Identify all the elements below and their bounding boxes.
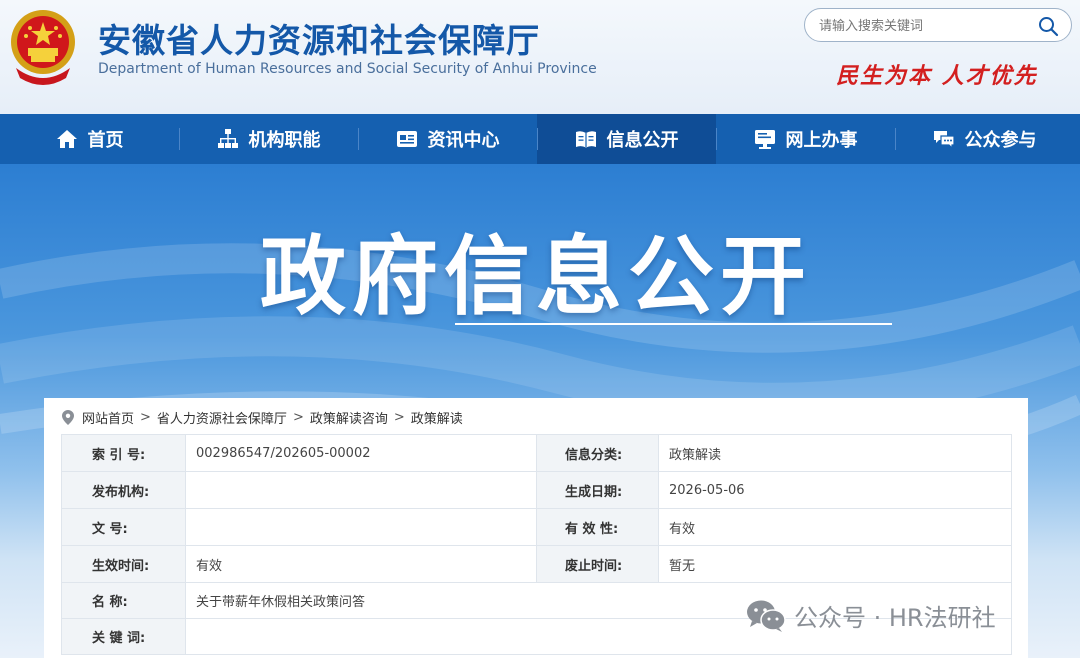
index-number-value: 002986547/202605-00002: [185, 434, 537, 472]
created-date-value: 2026-05-06: [658, 471, 1012, 509]
table-row: 文 号: 有 效 性: 有效: [61, 508, 1012, 546]
nav-item-home[interactable]: 首页: [0, 114, 179, 164]
breadcrumb-policy-interpretation[interactable]: 政策解读: [411, 408, 463, 427]
table-row: 生效时间: 有效 废止时间: 暂无: [61, 545, 1012, 583]
slogan: 民生为本 人才优先: [836, 63, 1038, 89]
document-number-value: [185, 508, 537, 546]
banner-underline: [455, 323, 892, 325]
effective-time-label: 生效时间:: [61, 545, 186, 583]
banner-title: 政府信息公开: [260, 227, 812, 327]
breadcrumb-home[interactable]: 网站首页: [82, 408, 134, 427]
org-chart-icon: [217, 129, 238, 148]
nav-item-label: 资讯中心: [427, 130, 500, 151]
publisher-label: 发布机构:: [61, 471, 186, 509]
info-category-value: 政策解读: [658, 434, 1012, 472]
search-icon[interactable]: [1037, 15, 1059, 37]
nav-item-info-disclosure[interactable]: 信息公开: [537, 114, 716, 164]
breadcrumb-department[interactable]: 省人力资源社会保障厅: [157, 408, 287, 427]
chat-bubbles-icon: [933, 131, 955, 150]
nav-item-label: 网上办事: [785, 130, 858, 151]
search-input[interactable]: [817, 16, 1031, 36]
wechat-watermark: 公众号 · HR法研社: [746, 598, 996, 633]
validity-label: 有 效 性:: [536, 508, 659, 546]
breadcrumb: 网站首页 > 省人力资源社会保障厅 > 政策解读咨询 > 政策解读: [62, 408, 463, 427]
nav-item-online-services[interactable]: 网上办事: [716, 114, 895, 164]
repeal-time-value: 暂无: [658, 545, 1012, 583]
news-card-icon: [396, 131, 417, 147]
repeal-time-label: 废止时间:: [536, 545, 659, 583]
effective-time-value: 有效: [185, 545, 537, 583]
breadcrumb-separator: >: [292, 410, 304, 425]
table-row: 发布机构: 生成日期: 2026-05-06: [61, 471, 1012, 509]
breadcrumb-separator: >: [140, 410, 151, 425]
home-icon: [56, 130, 77, 148]
site-title-english: Department of Human Resources and Social…: [98, 61, 597, 77]
breadcrumb-separator: >: [393, 410, 405, 425]
breadcrumb-policy-consult[interactable]: 政策解读咨询: [310, 408, 388, 427]
monitor-icon: [754, 130, 775, 149]
validity-value: 有效: [658, 508, 1012, 546]
table-row: 索 引 号: 002986547/202605-00002 信息分类: 政策解读: [61, 434, 1012, 472]
nav-item-public-participation[interactable]: 公众参与: [895, 114, 1074, 164]
publisher-value: [185, 471, 537, 509]
created-date-label: 生成日期:: [536, 471, 659, 509]
keywords-label: 关 键 词:: [61, 618, 186, 655]
site-title[interactable]: 安徽省人力资源和社会保障厅: [98, 14, 540, 62]
search-box: [804, 8, 1072, 42]
nav-item-label: 信息公开: [606, 130, 679, 151]
document-number-label: 文 号:: [61, 508, 186, 546]
watermark-text: 公众号 · HR法研社: [794, 604, 996, 632]
main-nav: 首页 机构职能 资讯中心 信息公开 网上办事 公众参与: [0, 114, 1080, 164]
nav-item-label: 首页: [87, 130, 124, 151]
document-name-label: 名 称:: [61, 582, 186, 619]
location-pin-icon: [62, 410, 74, 425]
site-header: 安徽省人力资源和社会保障厅 Department of Human Resour…: [0, 0, 1080, 114]
nav-item-label: 公众参与: [964, 130, 1037, 151]
nav-item-organization[interactable]: 机构职能: [179, 114, 358, 164]
open-book-icon: [575, 131, 596, 148]
national-emblem-icon[interactable]: [8, 6, 78, 86]
wechat-icon: [747, 600, 786, 632]
nav-item-news[interactable]: 资讯中心: [358, 114, 537, 164]
info-category-label: 信息分类:: [536, 434, 659, 472]
nav-item-label: 机构职能: [248, 130, 321, 151]
index-number-label: 索 引 号:: [61, 434, 186, 472]
